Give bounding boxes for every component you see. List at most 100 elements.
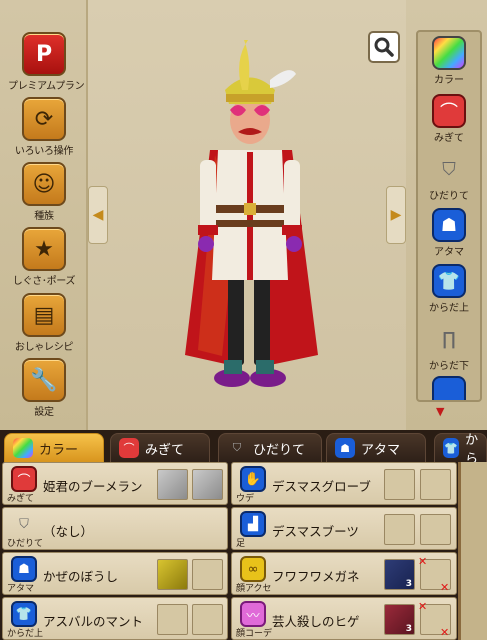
- tab-color-label: カラー: [39, 442, 79, 458]
- item-name: 姫君のブーメラン: [43, 479, 143, 494]
- slot-label: アタマ: [7, 584, 35, 594]
- star-icon: ★: [22, 227, 66, 271]
- item-name: かぜのぼうし: [43, 569, 119, 584]
- color-palette-icon: [13, 438, 33, 458]
- boomerang-icon: ⌒: [11, 466, 37, 492]
- list-item[interactable]: 〰 顔コーデ 芸人殺しのヒゲ 3 ✕ ✕: [231, 597, 457, 640]
- color-palette-icon: [432, 36, 466, 70]
- right-menu-more[interactable]: [418, 376, 480, 400]
- list-item[interactable]: ⌒ みぎて 姫君のブーメラン: [2, 462, 228, 505]
- magnifier-icon: [374, 37, 394, 57]
- item-name: デスマスブーツ: [272, 524, 359, 539]
- slot-label: 顔コーデ: [236, 629, 273, 639]
- slot-label: 顔アクセ: [236, 584, 272, 594]
- shield-icon: ⛉: [442, 158, 456, 180]
- right-menu-color[interactable]: カラー: [418, 36, 480, 86]
- right-menu-body-bottom-label: からだ下: [429, 361, 469, 372]
- settings-button[interactable]: 🔧 設定: [8, 358, 80, 418]
- right-menu-left-hand-label: ひだりて: [429, 191, 469, 202]
- right-menu-head-label: アタマ: [434, 247, 464, 258]
- character-preview-area: P プレミアムプラン ⟳ いろいろ操作 ☺ 種族 ★ しぐさ･ポーズ ▤ おしゃ…: [0, 0, 487, 430]
- more-item-icon: [432, 376, 466, 400]
- dye-slot-2[interactable]: [192, 604, 223, 635]
- list-item[interactable]: 👕 からだ上 アスバルのマント: [2, 597, 228, 640]
- list-item[interactable]: ⛉ ひだりて （なし）: [2, 507, 228, 550]
- glove-icon: ✋: [240, 466, 266, 492]
- premium-plan-label: プレミアムプラン: [8, 81, 85, 92]
- tab-head[interactable]: ☗ アタマ: [326, 433, 426, 462]
- dye-slot-1[interactable]: [157, 559, 188, 590]
- wrench-icon: 🔧: [22, 358, 66, 402]
- category-tabs: カラー ⌒ みぎて ⛉ ひだりて ☗ アタマ 👕 から: [0, 430, 487, 467]
- mustache-icon: 〰: [240, 601, 266, 627]
- fashion-recipe-button[interactable]: ▤ おしゃレシピ: [8, 293, 80, 353]
- slot-label: みぎて: [7, 494, 35, 504]
- right-menu: カラー ⌒ みぎて ⛉ ひだりて ☗ アタマ 👕 からだ上 ∏ からだ下: [406, 0, 487, 430]
- hat-icon: ☗: [11, 556, 37, 582]
- hat-icon: ☗: [432, 208, 466, 242]
- dye-slot-2[interactable]: [192, 559, 223, 590]
- various-operations-button[interactable]: ⟳ いろいろ操作: [8, 97, 80, 157]
- list-item[interactable]: ✋ ウデ デスマスグローブ: [231, 462, 457, 505]
- rotate-left-arrow[interactable]: ◀: [88, 186, 108, 244]
- list-item[interactable]: ▟ 足 デスマスブーツ: [231, 507, 457, 550]
- tab-right-hand-label: みぎて: [145, 442, 185, 458]
- list-item[interactable]: ☗ アタマ かぜのぼうし: [2, 552, 228, 595]
- left-menu: P プレミアムプラン ⟳ いろいろ操作 ☺ 種族 ★ しぐさ･ポーズ ▤ おしゃ…: [0, 0, 88, 430]
- item-name: フワフワメガネ: [272, 569, 360, 584]
- dye-count: 3: [405, 579, 412, 589]
- tab-body[interactable]: 👕 から: [434, 433, 487, 467]
- list-item[interactable]: ∞ 顔アクセ フワフワメガネ 3 ✕ ✕: [231, 552, 457, 595]
- right-menu-body-top-label: からだ上: [429, 303, 469, 314]
- shield-icon: ⛉: [232, 441, 242, 454]
- right-menu-right-hand[interactable]: ⌒ みぎて: [418, 94, 480, 144]
- boomerang-icon: ⌒: [119, 438, 139, 458]
- premium-p-icon: P: [22, 32, 66, 76]
- dye-slot-1[interactable]: [157, 469, 188, 500]
- dye-slot-1[interactable]: 3: [384, 559, 415, 590]
- right-menu-body-bottom[interactable]: ∏ からだ下: [418, 322, 480, 373]
- dye-slot-2[interactable]: [420, 469, 451, 500]
- race-button[interactable]: ☺ 種族: [8, 162, 80, 222]
- refresh-arrows-icon: ⟳: [22, 97, 66, 141]
- dye-slot-1[interactable]: [384, 514, 415, 545]
- gesture-pose-label: しぐさ･ポーズ: [12, 276, 76, 287]
- dye-count: 3: [405, 624, 412, 634]
- hat-icon: ☗: [335, 438, 355, 458]
- scroll-down-arrow[interactable]: ▼: [436, 405, 444, 418]
- tab-left-hand-label: ひだりて: [253, 442, 306, 458]
- remove-dye-icon[interactable]: ✕: [440, 626, 449, 639]
- gesture-pose-button[interactable]: ★ しぐさ･ポーズ: [8, 227, 80, 287]
- right-menu-left-hand[interactable]: ⛉ ひだりて: [418, 152, 480, 203]
- shirt-icon: 👕: [432, 264, 466, 298]
- premium-plan-button[interactable]: P プレミアムプラン: [8, 32, 85, 92]
- right-menu-body-top[interactable]: 👕 からだ上: [418, 264, 480, 314]
- settings-label: 設定: [34, 407, 54, 418]
- side-panel-edge: [458, 462, 487, 640]
- dye-slot-2[interactable]: [420, 514, 451, 545]
- equipment-list: ⌒ みぎて 姫君のブーメラン ⛉ ひだりて （なし） ☗ アタマ かぜのぼうし …: [0, 462, 458, 640]
- fashion-recipe-label: おしゃレシピ: [14, 342, 74, 353]
- right-menu-head[interactable]: ☗ アタマ: [418, 208, 480, 258]
- shirt-icon: 👕: [443, 438, 460, 458]
- slot-label: 足: [236, 539, 246, 549]
- zoom-button[interactable]: [368, 31, 400, 63]
- dye-slot-1[interactable]: [157, 604, 188, 635]
- boomerang-icon: ⌒: [432, 94, 466, 128]
- race-faces-icon: ☺: [22, 162, 66, 206]
- dye-slot-1[interactable]: 3: [384, 604, 415, 635]
- dye-slot-1[interactable]: [384, 469, 415, 500]
- tab-left-hand[interactable]: ⛉ ひだりて: [218, 433, 322, 462]
- tab-color[interactable]: カラー: [4, 433, 104, 462]
- rotate-right-arrow[interactable]: ▶: [386, 186, 406, 244]
- shield-icon: ⛉: [19, 516, 29, 532]
- tab-right-hand[interactable]: ⌒ みぎて: [110, 433, 210, 462]
- glasses-icon: ∞: [240, 556, 266, 582]
- dye-slot-2[interactable]: [192, 469, 223, 500]
- remove-dye-icon[interactable]: ✕: [440, 581, 449, 594]
- right-menu-color-label: カラー: [434, 75, 464, 86]
- remove-dye-icon[interactable]: ✕: [418, 600, 427, 613]
- item-name: デスマスグローブ: [272, 479, 371, 494]
- remove-dye-icon[interactable]: ✕: [418, 555, 427, 568]
- various-operations-label: いろいろ操作: [14, 146, 74, 157]
